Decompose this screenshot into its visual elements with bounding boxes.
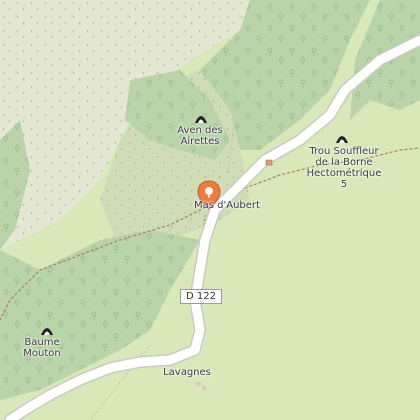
building xyxy=(265,159,273,166)
cave-entrance-icon[interactable] xyxy=(40,323,54,337)
place-label-aven-des-airettes: Aven des Airettes xyxy=(177,125,223,147)
building xyxy=(196,382,201,386)
map-view[interactable]: Aven des Airettes Trou Souffleur de la B… xyxy=(0,0,420,420)
place-label-mas-daubert: Mas d'Aubert xyxy=(194,200,260,211)
place-label-trou-souffleur: Trou Souffleur de la Borne Hectométrique… xyxy=(306,146,382,190)
cave-entrance-icon[interactable] xyxy=(194,111,208,125)
road-label-d122: D 122 xyxy=(180,289,222,304)
place-label-lavagnes: Lavagnes xyxy=(163,367,211,378)
place-label-baume-mouton: Baume Mouton xyxy=(23,337,61,359)
cave-entrance-icon[interactable] xyxy=(335,131,349,145)
building xyxy=(202,386,206,390)
